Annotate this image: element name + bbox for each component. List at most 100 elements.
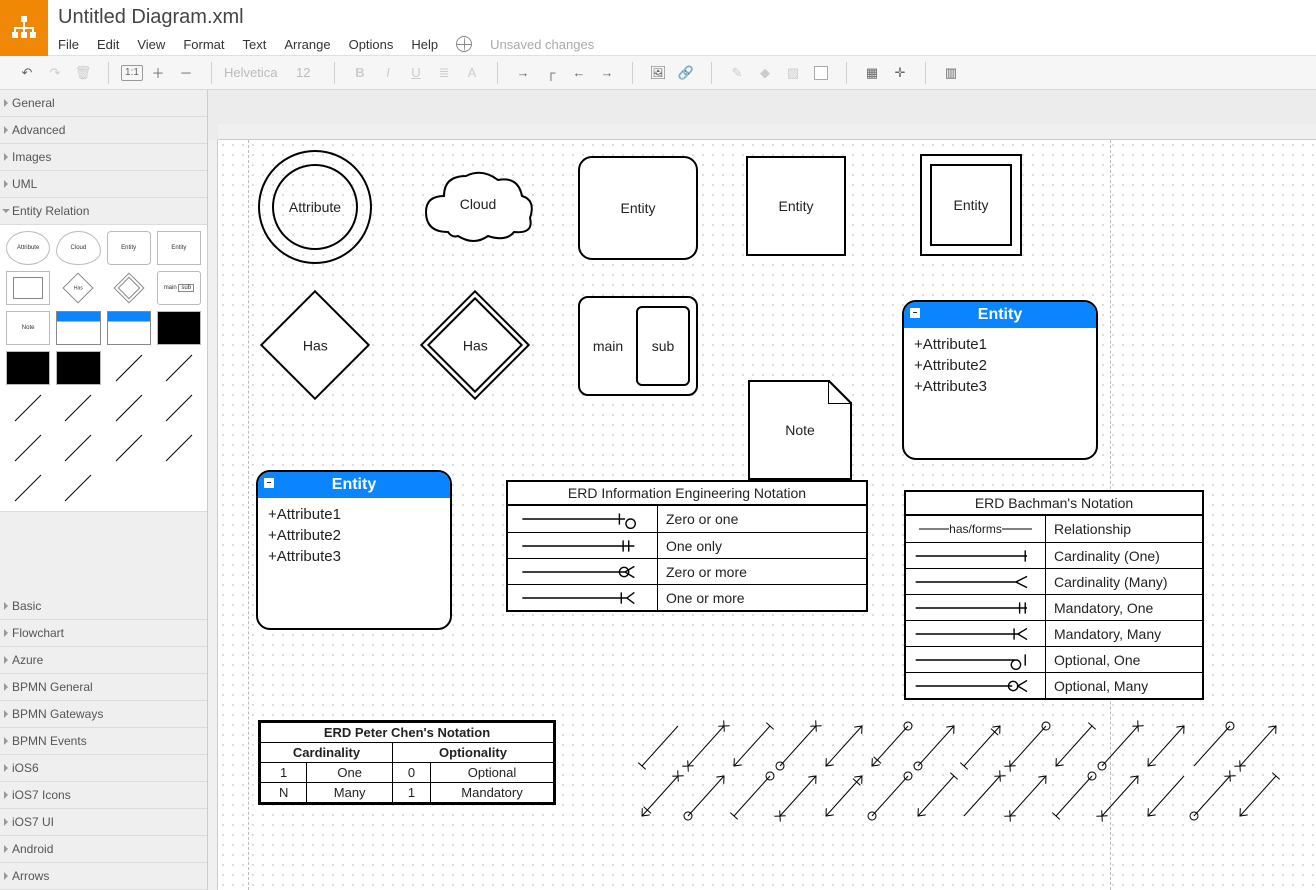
palette-line-3[interactable] xyxy=(6,391,50,425)
menu-help[interactable]: Help xyxy=(411,37,438,52)
shape-has-double[interactable]: Has xyxy=(420,290,530,400)
waypoint-icon[interactable]: ┌ xyxy=(538,60,564,86)
palette-entity-round[interactable]: Entity xyxy=(107,231,151,265)
palette-line-4[interactable] xyxy=(56,391,100,425)
zoom-out-icon[interactable]: － xyxy=(173,60,199,86)
undo-icon[interactable]: ↶ xyxy=(14,60,40,86)
menu-options[interactable]: Options xyxy=(349,37,394,52)
italic-icon[interactable]: I xyxy=(375,60,401,86)
sidebar-category-ios7-ui[interactable]: iOS7 UI xyxy=(0,809,207,836)
app-logo[interactable] xyxy=(0,0,48,56)
sidebar-category-ios7-icons[interactable]: iOS7 Icons xyxy=(0,782,207,809)
palette-note[interactable]: Note xyxy=(6,311,50,345)
menu-edit[interactable]: Edit xyxy=(97,37,119,52)
image-icon[interactable]: 🖼 xyxy=(645,60,671,86)
palette-line-6[interactable] xyxy=(157,391,201,425)
palette-line-7[interactable] xyxy=(6,431,50,465)
sidebar-category-azure[interactable]: Azure xyxy=(0,647,207,674)
canvas-area[interactable]: Attribute Cloud Entity Entity Entity Has… xyxy=(208,90,1316,890)
font-color-icon[interactable]: A xyxy=(459,60,485,86)
palette-entity-double[interactable] xyxy=(6,271,50,305)
table-bachman-notation[interactable]: ERD Bachman's Notation has/formsRelation… xyxy=(904,490,1204,700)
sidebar-category-bpmn-general[interactable]: BPMN General xyxy=(0,674,207,701)
sidebar-category-bpmn-events[interactable]: BPMN Events xyxy=(0,728,207,755)
layout-icon[interactable]: ▥ xyxy=(938,60,964,86)
palette-line-8[interactable] xyxy=(56,431,100,465)
document-title[interactable]: Untitled Diagram.xml xyxy=(58,4,1306,30)
underline-icon[interactable]: U xyxy=(403,60,429,86)
shape-attribute[interactable]: Attribute xyxy=(258,150,372,264)
link-icon[interactable]: 🔗 xyxy=(673,60,699,86)
globe-icon[interactable] xyxy=(456,36,472,52)
menu-view[interactable]: View xyxy=(137,37,165,52)
bold-icon[interactable]: B xyxy=(347,60,373,86)
redo-icon[interactable]: ↷ xyxy=(42,60,68,86)
sidebar-category-android[interactable]: Android xyxy=(0,836,207,863)
grid-icon[interactable]: ▦ xyxy=(859,60,885,86)
palette-entity[interactable]: Entity xyxy=(157,231,201,265)
guides-icon[interactable]: ✛ xyxy=(887,60,913,86)
connection-icon[interactable]: → xyxy=(510,60,536,86)
shape-entity-card-1[interactable]: −Entity +Attribute1+Attribute2+Attribute… xyxy=(902,300,1098,460)
table-chen-notation[interactable]: ERD Peter Chen's Notation CardinalityOpt… xyxy=(258,720,556,805)
shape-sidebar: GeneralAdvancedImagesUML Entity Relation… xyxy=(0,90,208,890)
sidebar-category-bpmn-gateways[interactable]: BPMN Gateways xyxy=(0,701,207,728)
sidebar-category-uml[interactable]: UML xyxy=(0,171,207,198)
sidebar-category-images[interactable]: Images xyxy=(0,144,207,171)
font-size-input[interactable]: 12 xyxy=(296,65,322,80)
palette-line-12[interactable] xyxy=(56,471,100,505)
sidebar-category-advanced[interactable]: Advanced xyxy=(0,117,207,144)
shadow-icon[interactable]: ▧ xyxy=(780,60,806,86)
palette-line-11[interactable] xyxy=(6,471,50,505)
menu-format[interactable]: Format xyxy=(183,37,224,52)
palette-table-dark2[interactable] xyxy=(6,351,50,385)
menu-text[interactable]: Text xyxy=(242,37,266,52)
fill-swatch[interactable] xyxy=(808,60,834,86)
palette-line-10[interactable] xyxy=(157,431,201,465)
font-name-select[interactable]: Helvetica xyxy=(224,65,294,80)
palette-line-9[interactable] xyxy=(107,431,151,465)
shape-cloud[interactable]: Cloud xyxy=(418,162,538,246)
palette-line-5[interactable] xyxy=(107,391,151,425)
palette-has[interactable]: Has xyxy=(56,271,100,305)
palette-has-double[interactable] xyxy=(107,271,151,305)
palette-cloud[interactable]: Cloud xyxy=(56,231,100,265)
palette-entity-card[interactable] xyxy=(56,311,100,345)
shape-note[interactable]: Note xyxy=(748,380,852,480)
line-color-icon[interactable]: ✎ xyxy=(724,60,750,86)
sidebar-category-entity-relation[interactable]: Entity Relation xyxy=(0,198,207,225)
menu-arrange[interactable]: Arrange xyxy=(284,37,330,52)
palette-attribute[interactable]: Attribute xyxy=(6,231,50,265)
connector-samples[interactable] xyxy=(638,720,1298,860)
line-end-icon[interactable]: → xyxy=(594,60,620,86)
sidebar-category-flowchart[interactable]: Flowchart xyxy=(0,620,207,647)
shape-has[interactable]: Has xyxy=(260,290,370,400)
fill-color-icon[interactable]: ◆ xyxy=(752,60,778,86)
palette-entity-card2[interactable] xyxy=(107,311,151,345)
palette-mainsub[interactable]: main sub xyxy=(157,271,201,305)
shape-entity-double[interactable]: Entity xyxy=(920,154,1022,256)
line-start-icon[interactable]: ← xyxy=(566,60,592,86)
sidebar-category-ios6[interactable]: iOS6 xyxy=(0,755,207,782)
title-bar: Untitled Diagram.xml File Edit View Form… xyxy=(0,0,1316,56)
palette-line-2[interactable] xyxy=(157,351,201,385)
menu-file[interactable]: File xyxy=(58,37,79,52)
actual-size-icon[interactable]: 1:1 xyxy=(121,65,143,81)
sidebar-category-arrows[interactable]: Arrows xyxy=(0,863,207,890)
delete-icon[interactable]: 🗑 xyxy=(70,60,96,86)
canvas[interactable]: Attribute Cloud Entity Entity Entity Has… xyxy=(218,140,1316,890)
palette-line-1[interactable] xyxy=(107,351,151,385)
sidebar-category-general[interactable]: General xyxy=(0,90,207,117)
shape-main-sub[interactable]: mainsub xyxy=(578,296,698,396)
align-icon[interactable]: ≣ xyxy=(431,60,457,86)
table-ie-notation[interactable]: ERD Information Engineering Notation Zer… xyxy=(506,480,868,612)
shape-entity-square[interactable]: Entity xyxy=(746,156,846,256)
zoom-in-icon[interactable]: ＋ xyxy=(145,60,171,86)
palette-table-dark[interactable] xyxy=(157,311,201,345)
shape-entity-rounded[interactable]: Entity xyxy=(578,156,698,260)
shape-entity-card-2[interactable]: −Entity +Attribute1+Attribute2+Attribute… xyxy=(256,470,452,630)
palette-table-dark3[interactable] xyxy=(56,351,100,385)
sidebar-category-basic[interactable]: Basic xyxy=(0,593,207,620)
ruler-vertical xyxy=(208,140,218,890)
ruler-horizontal xyxy=(218,124,1316,140)
